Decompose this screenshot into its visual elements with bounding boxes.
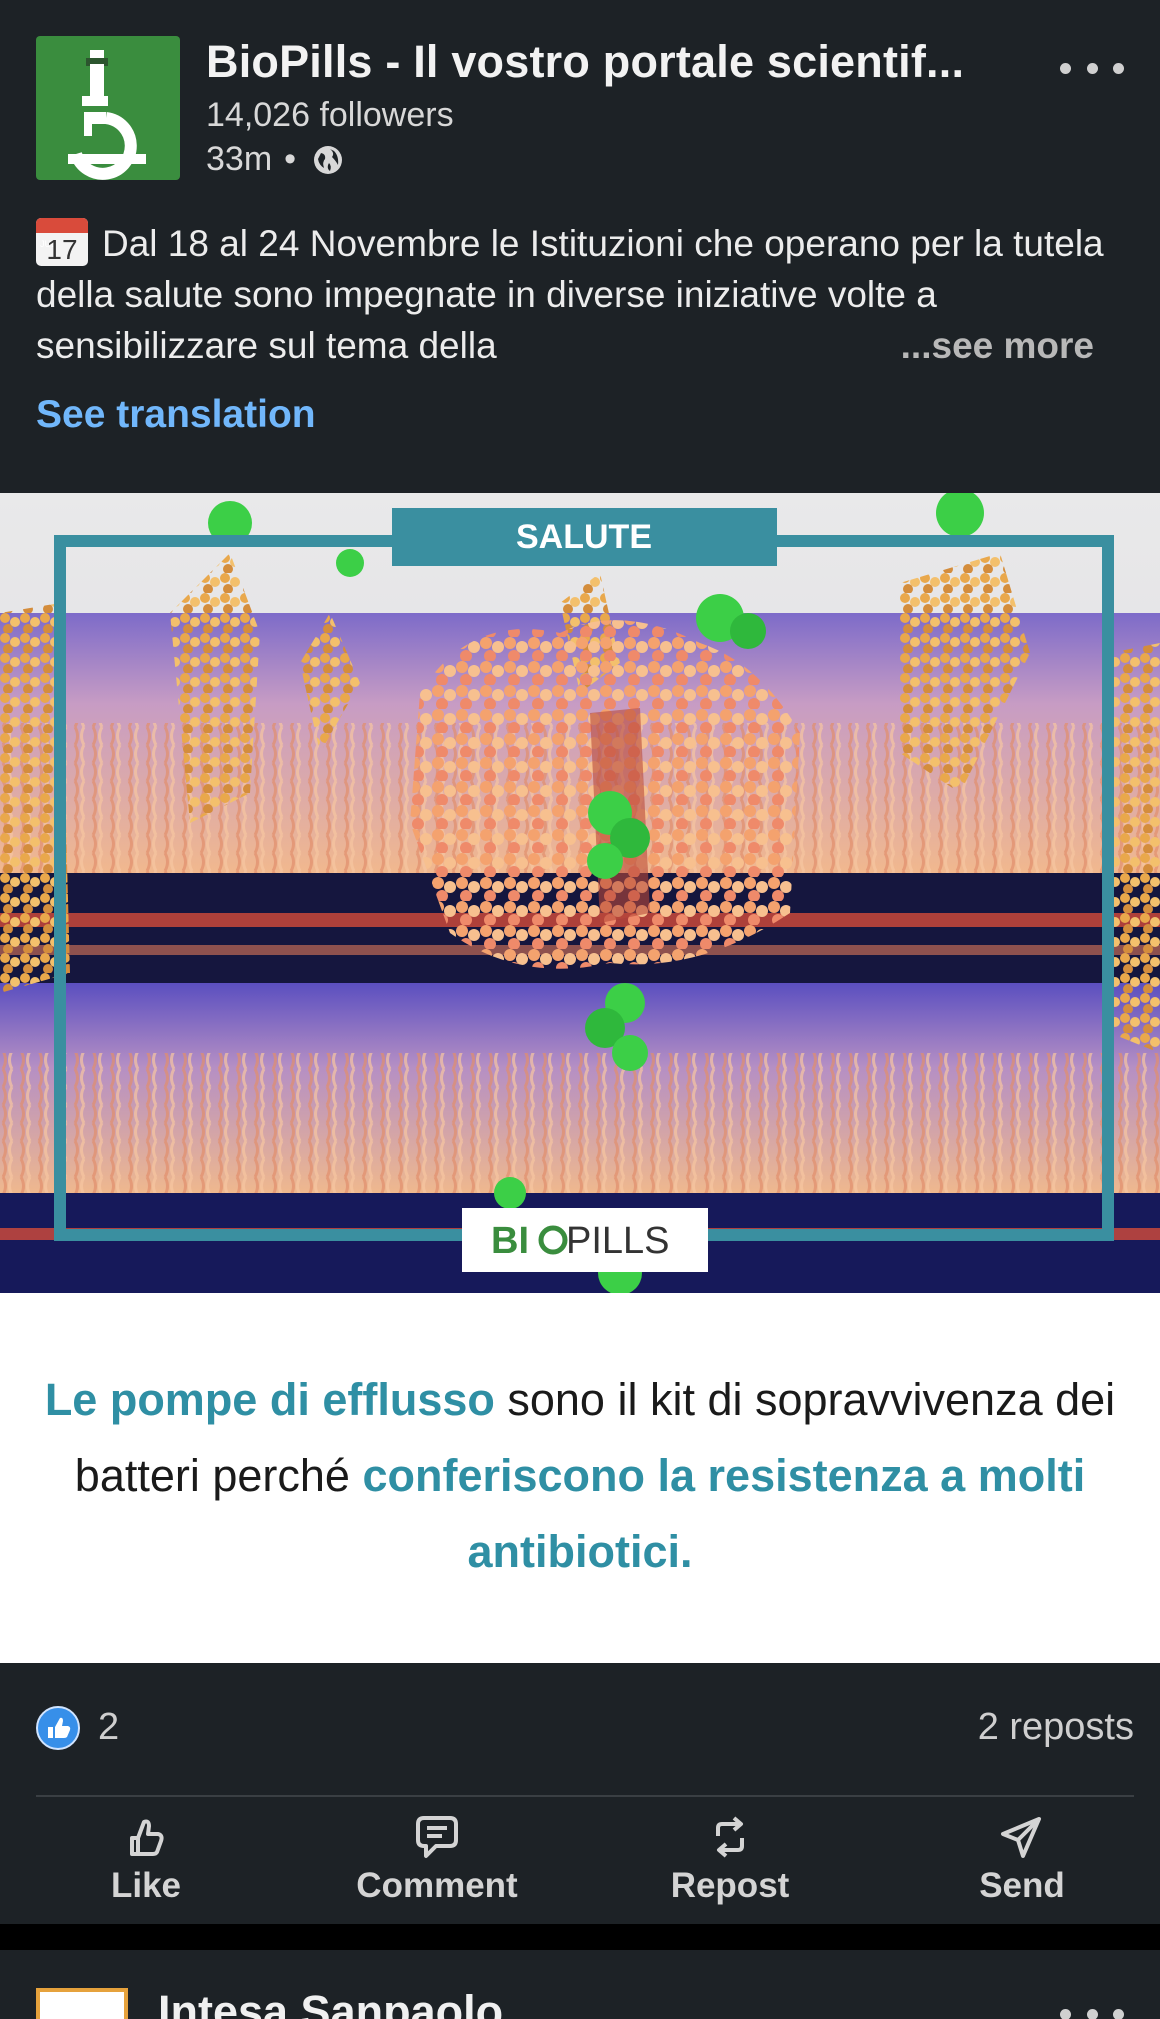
post-stats: 2 2 reposts: [36, 1700, 1134, 1760]
like-label: Like: [110, 1866, 182, 1905]
calendar-icon: JUL 17: [36, 218, 88, 266]
comment-icon: [416, 1816, 458, 1858]
repost-icon: [716, 1816, 744, 1858]
biopills-logo-text-1: BI: [491, 1220, 529, 1262]
like-reaction-icon[interactable]: [36, 1706, 80, 1750]
caption-highlight-1: Le pompe di efflusso: [44, 1374, 495, 1425]
repost-count[interactable]: 2 reposts: [978, 1706, 1134, 1749]
repost-label: Repost: [670, 1866, 790, 1905]
follower-count: 14,026 followers: [206, 96, 454, 134]
post-meta: 33m •: [206, 140, 344, 179]
send-button[interactable]: Send: [922, 1808, 1122, 1918]
send-label: Send: [979, 1866, 1065, 1905]
company-logo[interactable]: [36, 36, 180, 180]
see-more-link[interactable]: ...see more: [901, 320, 1094, 371]
caption-highlight-2: conferiscono la resistenza a molti antib…: [362, 1450, 1086, 1577]
send-icon: [1001, 1817, 1041, 1858]
calendar-day: 17: [46, 234, 78, 265]
image-banner-label: SALUTE: [516, 518, 652, 556]
company-name[interactable]: BioPills - Il vostro portale scientif...: [206, 36, 964, 88]
repost-button[interactable]: Repost: [630, 1808, 830, 1918]
action-bar: Like Comment Repost Send: [0, 1808, 1160, 1918]
membrane-illustration: SALUTE BI PILLS: [0, 493, 1160, 1293]
next-more-options-icon[interactable]: [1060, 2002, 1124, 2019]
next-company-name[interactable]: Intesa Sanpaolo: [158, 1986, 503, 2019]
next-company-logo[interactable]: [36, 1988, 128, 2019]
next-feed-post: Intesa Sanpaolo: [0, 1950, 1160, 2019]
comment-button[interactable]: Comment: [337, 1808, 537, 1918]
globe-icon: [314, 145, 343, 174]
see-translation-link[interactable]: See translation: [36, 393, 316, 437]
post-body: JUL 17 Dal 18 al 24 Novembre le Istituzi…: [36, 218, 1126, 371]
like-icon: [130, 1819, 164, 1856]
post-time: 33m: [206, 140, 273, 178]
like-button[interactable]: Like: [46, 1808, 246, 1918]
comment-label: Comment: [356, 1866, 518, 1905]
divider: [36, 1795, 1134, 1797]
image-caption: Le pompe di efflusso sono il kit di sopr…: [0, 1362, 1160, 1590]
meta-separator: •: [284, 140, 297, 178]
feed-post: BioPills - Il vostro portale scientif...…: [0, 0, 1160, 1924]
biopills-logo-text-2: PILLS: [566, 1220, 670, 1262]
post-header: BioPills - Il vostro portale scientif...…: [36, 36, 1124, 182]
more-options-icon[interactable]: [1060, 56, 1124, 80]
microscope-logo-icon: [68, 50, 146, 180]
like-count[interactable]: 2: [98, 1706, 119, 1749]
